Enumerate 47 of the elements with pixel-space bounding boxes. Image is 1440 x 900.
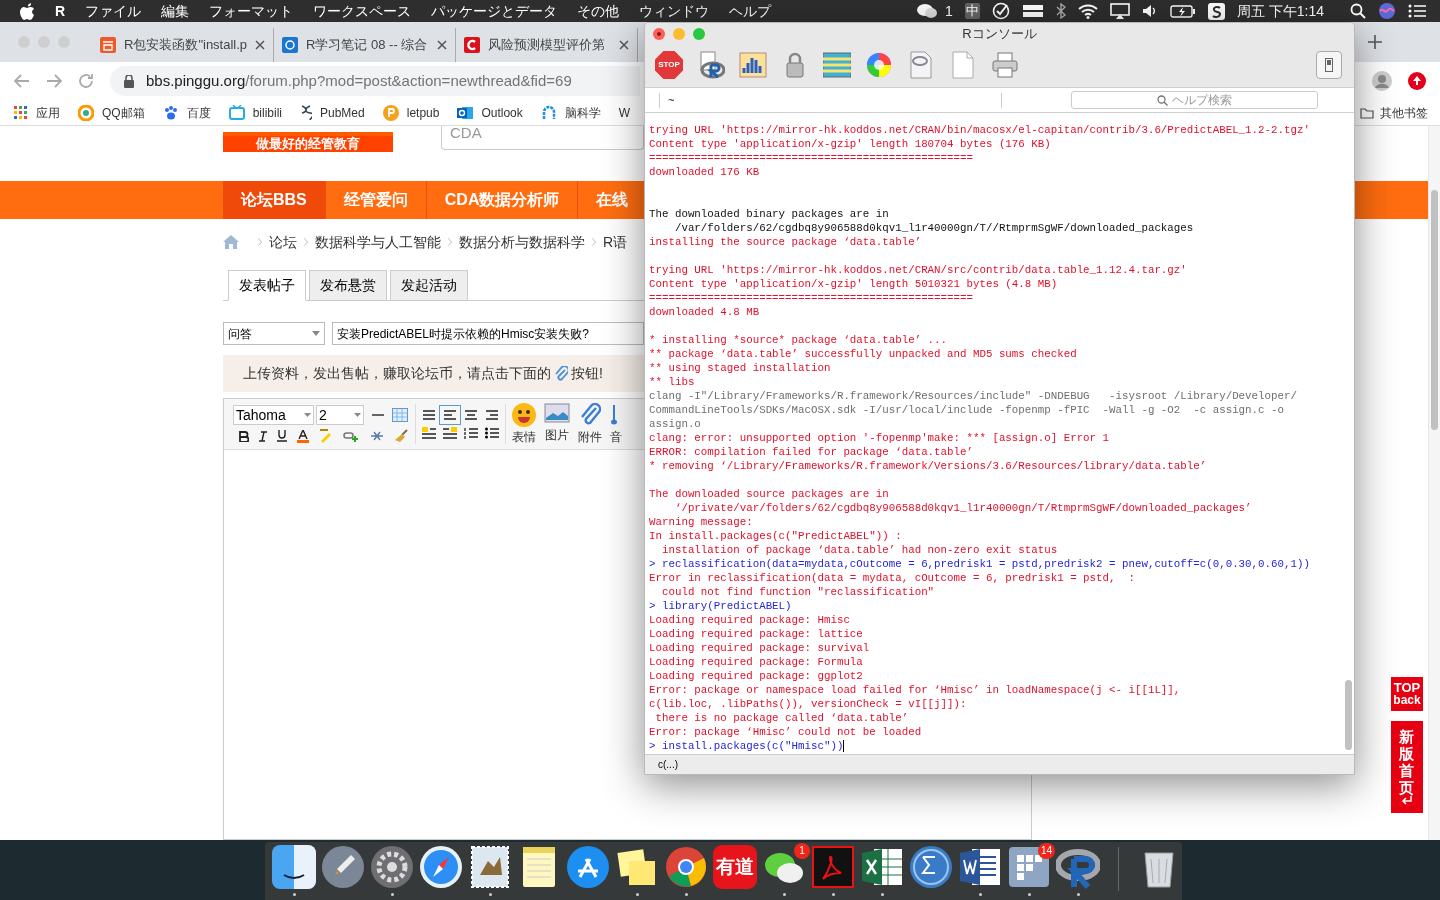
console-line: there is no package called ‘data.table’ xyxy=(654,711,909,725)
console-line: The downloaded source packages are in xyxy=(649,487,889,501)
console-line: /var/folders/62/cgdbq8y906588d0kqv1_l1r40000gn/T//RtmprmSgWF/downloaded_packages xyxy=(673,221,1194,235)
console-line: Loading required package: Hmisc xyxy=(649,613,850,627)
console-line: Error: package ‘Hmisc’ could not be loaded xyxy=(649,725,922,739)
console-line: Loading required package: Formula xyxy=(649,655,863,669)
notification-badge: 1 xyxy=(794,843,810,859)
console-line: * removing ‘/Library/Frameworks/R.framework/Versions/3.6/Resources/library/data.table’ xyxy=(649,459,1207,473)
console-line: trying URL 'https://mirror-hk.koddos.net/CRAN/bin/macosx/el-capitan/contrib/3.6/PredictABEL_1.2-2.tgz' xyxy=(649,123,1310,137)
console-line: ** using staged installation xyxy=(649,361,831,375)
console-line: ================================================== xyxy=(649,291,973,305)
console-line: installing the source package ‘data.table’ xyxy=(649,235,922,249)
console-line: ERROR: compilation failed for package ‘data.table’ xyxy=(649,445,973,459)
console-line: The downloaded binary packages are in xyxy=(649,207,889,221)
notification-badge: 14 xyxy=(1037,843,1055,859)
console-line: Error: package or namespace load failed for ‘Hmisc’ in loadNamespace(j <- i[[1L]], xyxy=(649,683,1181,697)
console-line: installation of package ‘data.table’ had non-zero exit status xyxy=(660,543,1058,557)
console-line: Loading required package: lattice xyxy=(649,627,863,641)
chat-count: 1 xyxy=(945,1,953,21)
console-line: CommandLineTools/SDKs/MacOSX.sdk -I/usr/local/include -fopenmp -fPIC -Wall -g -O2 -c assign.c -o xyxy=(649,403,1284,417)
console-line: could not find function "reclassification" xyxy=(660,585,935,599)
console-line: clang: error: unsupported option '-fopenmp'make: *** [assign.o] Error 1 xyxy=(649,431,1110,445)
status-bar: c(...) xyxy=(645,754,1354,774)
console-line: > install.packages(c("Hmisc")) xyxy=(649,739,845,753)
console-line: Content type 'application/x-gzip' length 180704 bytes (176 KB) xyxy=(649,137,1051,151)
console-line: > reclassification(data=mydata,cOutcome = 6,predrisk1 = pstd,predrisk2 = pnew,cutoff=c(0,0.30,0.60,1)) xyxy=(649,557,1310,571)
console-line: Loading required package: survival xyxy=(649,641,870,655)
console-line: ‘/private/var/folders/62/cgdbq8y906588d0kqv1_l1r40000gn/T/RtmprmSgWF/downloaded_packages’ xyxy=(673,501,1252,515)
console-line: downloaded 176 KB xyxy=(649,165,760,179)
window-title: Rコンソール xyxy=(962,25,1037,44)
console-line: In install.packages(c("PredictABEL")) : xyxy=(649,529,902,543)
console-line: Warning message: xyxy=(649,515,753,529)
console-line: ================================================== xyxy=(649,151,973,165)
console-line: downloaded 4.8 MB xyxy=(649,305,760,319)
console-line: trying URL 'https://mirror-hk.koddos.net/CRAN/src/contrib/data.table_1.12.4.tar.gz' xyxy=(649,263,1187,277)
console-line: clang -I"/Library/Frameworks/R.framework/Resources/include" -DNDEBUG -isysroot /Library/Developer/ xyxy=(649,389,1297,403)
console-line: ** package ‘data.table’ successfully unpacked and MD5 sums checked xyxy=(649,347,1077,361)
console-line: > library(PredictABEL) xyxy=(649,599,792,613)
console-line: * installing *source* package ‘data.table’ ... xyxy=(649,333,948,347)
notice-text: 按钮! xyxy=(571,364,603,383)
notice-text: 上传资料，发出售帖，赚取论坛币，请点击下面的 xyxy=(243,364,551,383)
console-line: assign.o xyxy=(649,417,701,431)
console-line: ** libs xyxy=(649,375,695,389)
console-line: Error in reclassification(data = mydata, cOutcome = 6, predrisk1 = pstd, : xyxy=(649,571,1135,585)
console-line: c(lib.loc, .libPaths()), versionCheck = vI[[j]]): xyxy=(649,697,967,711)
console-line: Content type 'application/x-gzip' length 5010321 bytes (4.8 MB) xyxy=(649,277,1058,291)
console-line: Loading required package: ggplot2 xyxy=(649,669,863,683)
